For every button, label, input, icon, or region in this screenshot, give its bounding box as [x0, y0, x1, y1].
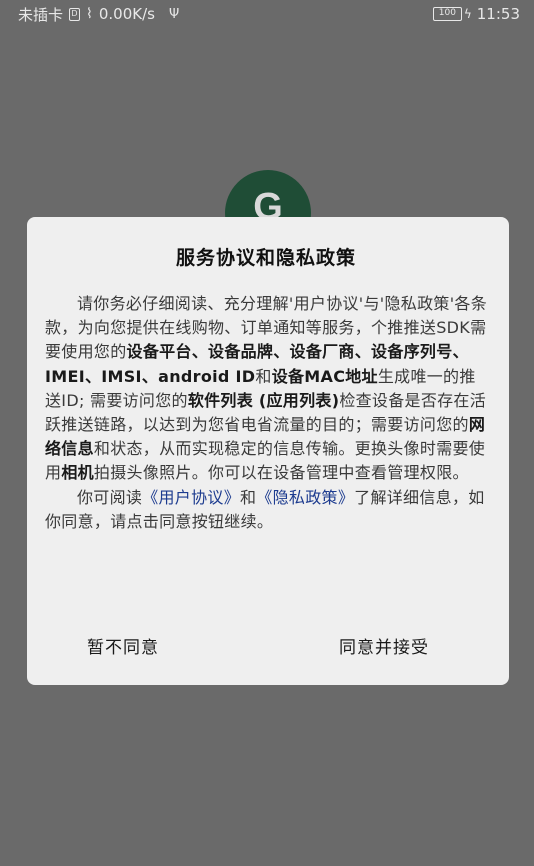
policy-paragraph: 请你务必仔细阅读、充分理解'用户协议'与'隐私政策'各条款，为向您提供在线购物、…	[45, 292, 487, 486]
accept-button[interactable]: 同意并接受	[319, 629, 449, 662]
dialog-title: 服务协议和隐私政策	[175, 247, 356, 269]
text-segment: 和	[255, 366, 272, 386]
net-speed: 0.00K/s	[98, 5, 155, 23]
battery-icon: 100	[432, 7, 462, 21]
text-segment: 拍摄头像照片。你可以在设备管理中查看管理权限。	[93, 463, 469, 483]
privacy-dialog: 服务协议和隐私政策 请你务必仔细阅读、充分理解'用户协议'与'隐私政策'各条款，…	[27, 217, 509, 685]
text-segment: 和	[240, 487, 257, 507]
text-segment: 你可阅读	[77, 487, 143, 507]
bold-segment: 软件列表 (应用列表)	[187, 390, 340, 410]
user-agreement-link[interactable]: 《用户协议》	[142, 488, 240, 507]
clock: 11:53	[476, 5, 520, 23]
bold-segment: 相机	[61, 463, 94, 483]
bold-segment: 设备MAC地址	[271, 366, 378, 386]
charging-icon: ϟ	[463, 7, 472, 21]
dialog-body: 请你务必仔细阅读、充分理解'用户协议'与'隐私政策'各条款，为向您提供在线购物、…	[45, 292, 487, 534]
wifi-icon: ⌇	[86, 6, 93, 22]
privacy-policy-link[interactable]: 《隐私政策》	[256, 488, 354, 507]
carrier-text: 未插卡	[18, 5, 64, 24]
sim-icon: D	[69, 7, 81, 21]
status-left: 未插卡 D ⌇ 0.00K/s Ψ	[18, 4, 179, 25]
decline-button[interactable]: 暂不同意	[67, 629, 179, 662]
status-right: 100 ϟ 11:53	[432, 5, 520, 23]
usb-icon: Ψ	[168, 6, 180, 22]
links-paragraph: 你可阅读《用户协议》和《隐私政策》了解详细信息，如你同意，请点击同意按钮继续。	[45, 486, 487, 534]
dialog-buttons: 暂不同意 同意并接受	[27, 629, 509, 662]
status-bar: 未插卡 D ⌇ 0.00K/s Ψ 100 ϟ 11:53	[0, 0, 534, 28]
